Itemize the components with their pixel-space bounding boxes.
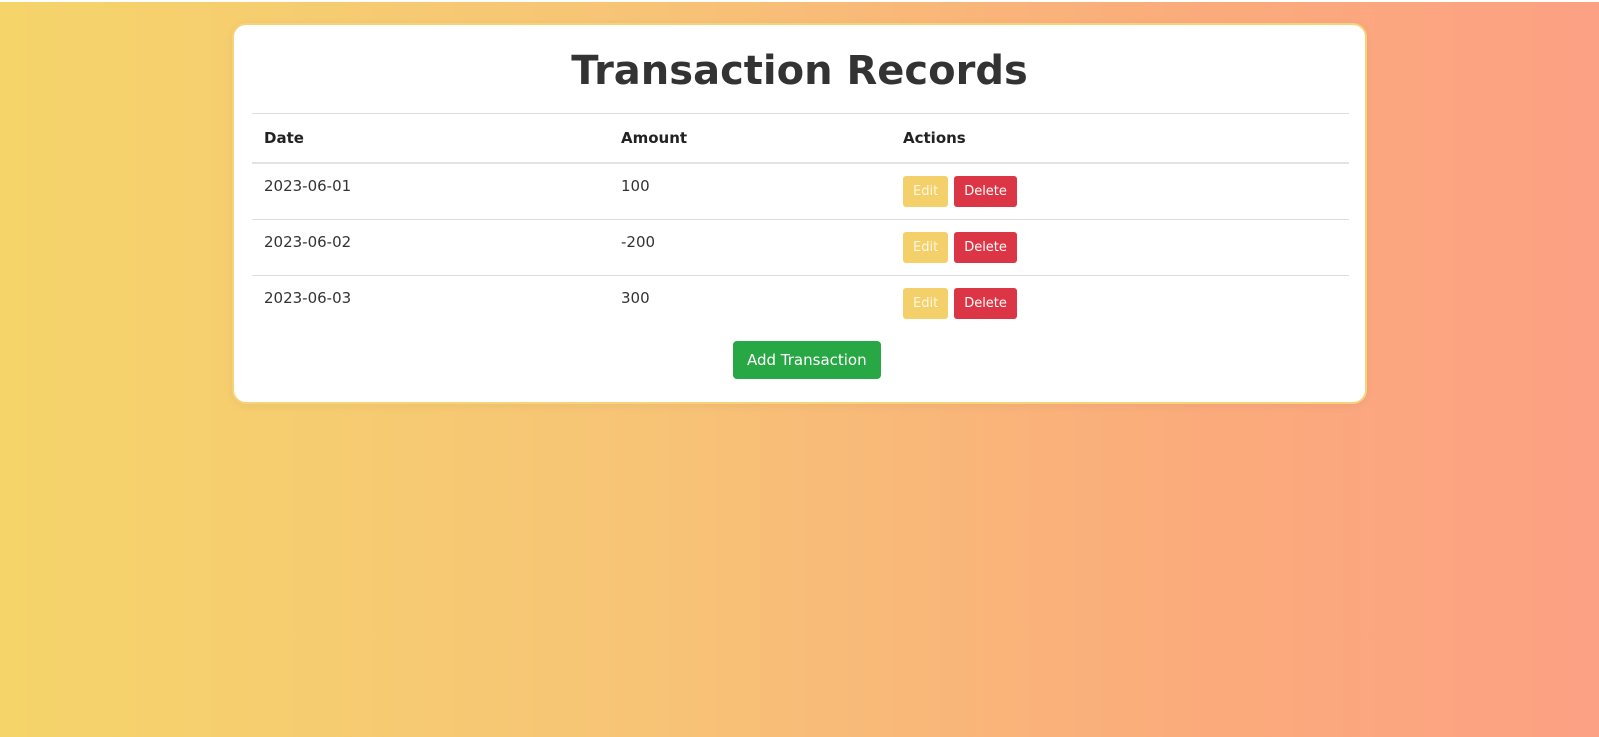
date-value: 2023-06-03 (264, 288, 352, 307)
date-cell: 2023-06-01 (252, 163, 609, 220)
actions-cell: Edit Delete (891, 163, 1349, 220)
delete-button[interactable]: Delete (954, 176, 1017, 207)
date-value: 2023-06-01 (264, 176, 352, 195)
date-cell: 2023-06-03 (252, 275, 609, 331)
column-header-actions: Actions (891, 113, 1349, 164)
amount-value: -200 (621, 232, 656, 251)
amount-cell: 300 (609, 275, 891, 331)
table-row: 2023-06-02 -200 Edit Delete (252, 219, 1349, 276)
amount-value: 100 (621, 176, 650, 195)
date-value: 2023-06-02 (264, 232, 352, 251)
top-strip (0, 0, 1599, 2)
amount-cell: 100 (609, 163, 891, 220)
delete-button[interactable]: Delete (954, 232, 1017, 263)
delete-button[interactable]: Delete (954, 288, 1017, 319)
table-body: 2023-06-01 100 Edit Delete 2023-06-02 -20… (252, 163, 1349, 331)
column-header-date: Date (252, 113, 609, 164)
date-cell: 2023-06-02 (252, 219, 609, 276)
transactions-table: Date Amount Actions 2023-06-01 100 Edit D… (252, 113, 1349, 331)
amount-value: 300 (621, 288, 650, 307)
actions-cell: Edit Delete (891, 219, 1349, 276)
edit-button[interactable]: Edit (903, 176, 949, 207)
transactions-card: Transaction Records Date Amount Actions … (232, 23, 1367, 404)
actions-cell: Edit Delete (891, 275, 1349, 331)
table-row: 2023-06-01 100 Edit Delete (252, 163, 1349, 220)
page-title: Transaction Records (571, 48, 1028, 94)
header-row: Date Amount Actions (252, 113, 1349, 164)
edit-button[interactable]: Edit (903, 232, 949, 263)
table-row: 2023-06-03 300 Edit Delete (252, 275, 1349, 331)
column-header-amount: Amount (609, 113, 891, 164)
add-transaction-button[interactable]: Add Transaction (733, 341, 881, 379)
table-header: Date Amount Actions (252, 113, 1349, 164)
edit-button[interactable]: Edit (903, 288, 949, 319)
amount-cell: -200 (609, 219, 891, 276)
